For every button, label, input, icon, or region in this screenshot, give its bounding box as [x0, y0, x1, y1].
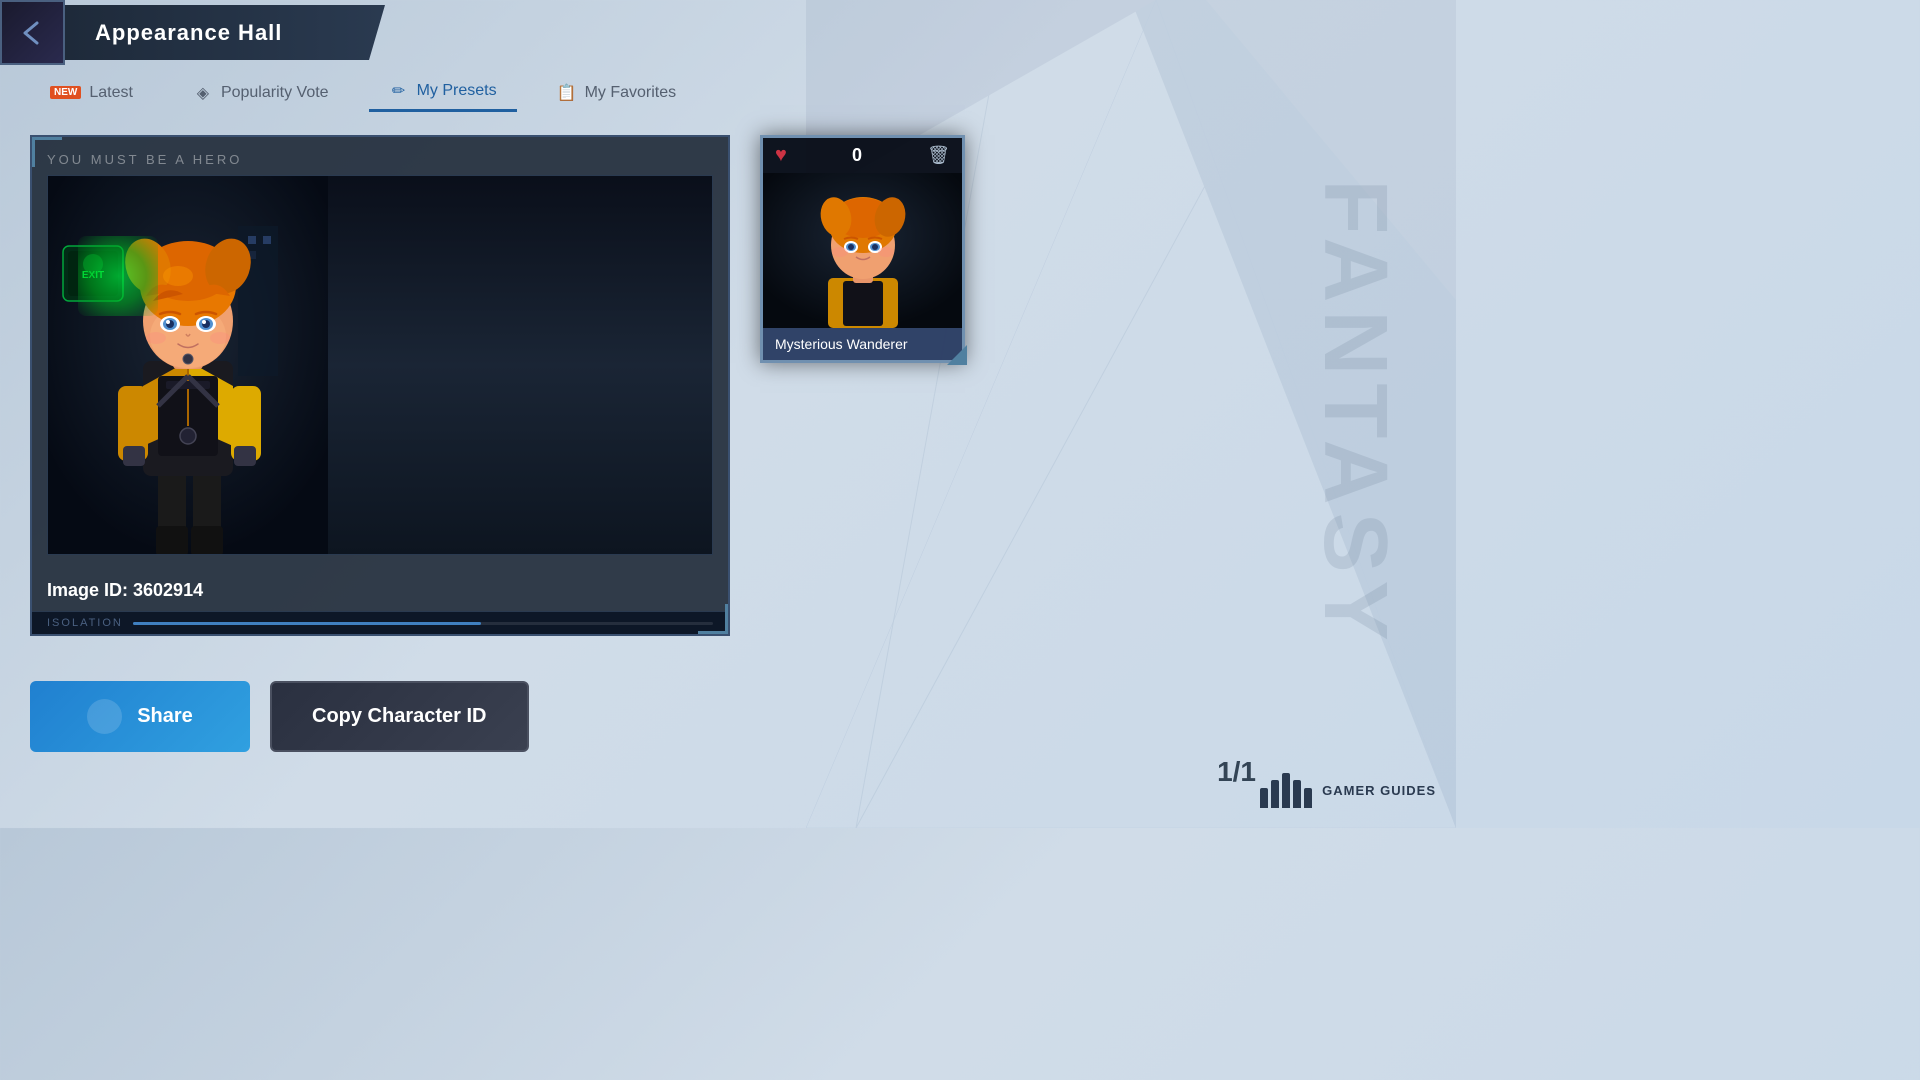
delete-button[interactable]: 🗑 [927, 145, 950, 166]
progress-fill [133, 622, 481, 625]
new-badge: NEW [50, 86, 81, 99]
thumbnail-image [763, 173, 962, 328]
like-count: 0 [852, 145, 862, 166]
title-bar: Appearance Hall [65, 5, 385, 60]
vote-icon: ◈ [193, 83, 213, 103]
bottom-label: ISOLATION [47, 617, 123, 629]
bar-1 [1260, 788, 1268, 808]
gamer-guides-text: GAMER GUIDES [1322, 783, 1436, 798]
gg-bars-icon [1260, 773, 1312, 808]
tab-favorites-label: My Favorites [585, 84, 677, 102]
image-id: Image ID: 3602914 [47, 580, 203, 601]
corner-decoration-br [698, 604, 728, 634]
right-panel: ♥ 0 🗑 [760, 135, 1426, 636]
pagination: 1/1 [1217, 756, 1256, 788]
tab-popularity[interactable]: ◈ Popularity Vote [173, 75, 349, 111]
character-name: Mysterious Wanderer [763, 328, 962, 360]
preview-bottom-bar: ISOLATION [32, 611, 728, 634]
bar-5 [1304, 788, 1312, 808]
tab-favorites[interactable]: 📋 My Favorites [537, 75, 697, 111]
bar-4 [1293, 780, 1301, 808]
bg-green-glow [78, 236, 158, 316]
character-thumbnail-card[interactable]: ♥ 0 🗑 [760, 135, 965, 363]
thumbnail-svg [763, 173, 962, 328]
preview-header-text: YOU MUST BE A HERO [47, 152, 713, 167]
back-button[interactable] [0, 0, 65, 65]
header: Appearance Hall [0, 0, 1456, 65]
tab-popularity-label: Popularity Vote [221, 84, 329, 102]
tab-presets-label: My Presets [417, 82, 497, 100]
presets-icon: ✏ [389, 81, 409, 101]
preview-footer: Image ID: 3602914 [32, 570, 728, 611]
preview-card-inner: YOU MUST BE A HERO [32, 137, 728, 570]
nav-tabs: NEW Latest ◈ Popularity Vote ✏ My Preset… [0, 65, 1456, 120]
preview-card: DON'T LIKE TO IGNORE ME YOU MUST BE A HE… [30, 135, 730, 636]
character-svg: EXIT [48, 176, 328, 555]
page-title: Appearance Hall [95, 20, 282, 46]
character-image: EXIT [47, 175, 713, 555]
tab-latest-label: Latest [89, 84, 133, 102]
bar-2 [1271, 780, 1279, 808]
thumbnail-header: ♥ 0 🗑 [763, 138, 962, 173]
tab-latest[interactable]: NEW Latest [30, 76, 153, 110]
like-button[interactable]: ♥ [775, 144, 787, 167]
main-content: DON'T LIKE TO IGNORE ME YOU MUST BE A HE… [0, 120, 1456, 651]
share-button[interactable]: Share [30, 681, 250, 752]
tab-presets[interactable]: ✏ My Presets [369, 73, 517, 112]
copy-character-id-button[interactable]: Copy Character ID [270, 681, 529, 752]
bar-3 [1282, 773, 1290, 808]
favorites-icon: 📋 [557, 83, 577, 103]
gamer-guides-watermark: GAMER GUIDES [1260, 773, 1436, 808]
progress-bar [133, 622, 713, 625]
